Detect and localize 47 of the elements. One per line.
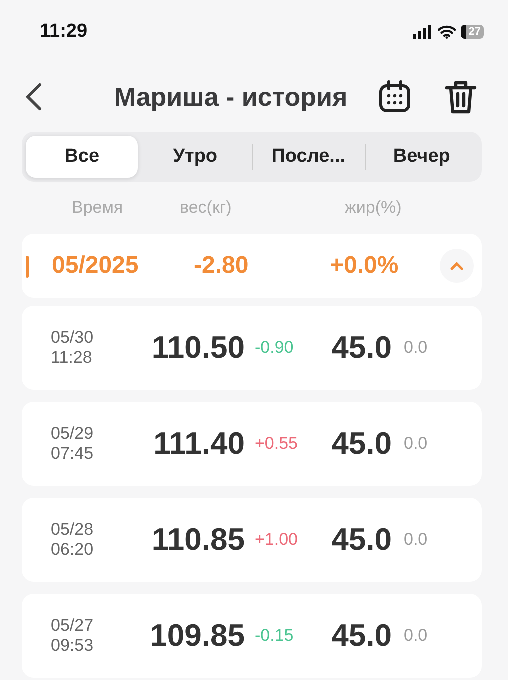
record-time: 07:45 <box>51 444 95 464</box>
record-card[interactable]: 05/29 07:45 111.40 +0.55 45.0 0.0 <box>22 402 482 486</box>
filter-tab[interactable]: Утро <box>139 136 252 178</box>
record-date: 05/27 <box>51 616 95 636</box>
fat-value: 45.0 <box>330 330 392 366</box>
fat-delta: 0.0 <box>403 530 428 550</box>
weight-value: 111.40 <box>152 426 245 462</box>
column-header: жир(%) <box>345 198 403 218</box>
record-time: 06:20 <box>51 540 95 560</box>
calendar-button[interactable] <box>378 80 412 114</box>
fat-delta: 0.0 <box>403 626 428 646</box>
weight-value: 110.85 <box>150 522 245 558</box>
fat-delta: 0.0 <box>403 338 428 358</box>
weight-delta: -0.15 <box>254 626 295 646</box>
weight-change: -2.80 <box>194 252 250 280</box>
fat-value: 45.0 <box>330 618 392 654</box>
column-header: вес(кг) <box>180 198 233 218</box>
battery-level: 27 <box>460 25 484 39</box>
back-button[interactable] <box>24 82 44 112</box>
weight-value: 109.85 <box>149 618 245 654</box>
filter-tab[interactable]: После... <box>252 136 365 178</box>
page-title: Мариша - история <box>113 82 349 112</box>
delete-button[interactable] <box>444 79 478 115</box>
status-time: 11:29 <box>40 21 89 43</box>
weight-delta: -0.90 <box>254 338 295 358</box>
weight-delta: +0.55 <box>254 434 300 454</box>
record-time: 11:28 <box>51 348 94 368</box>
fat-value: 45.0 <box>330 522 392 558</box>
signal-icon <box>412 25 433 39</box>
record-date: 05/30 <box>51 328 95 348</box>
record-card[interactable]: 05/27 09:53 109.85 -0.15 45.0 0.0 <box>22 594 482 678</box>
record-card[interactable]: 05/28 06:20 110.85 +1.00 45.0 0.0 <box>22 498 482 582</box>
weight-value: 110.50 <box>150 330 245 366</box>
fat-delta: 0.0 <box>403 434 428 454</box>
record-time: 09:53 <box>51 636 95 656</box>
weight-delta: +1.00 <box>254 530 300 550</box>
month-label: 05/2025 <box>51 252 140 280</box>
record-card[interactable]: 05/30 11:28 110.50 -0.90 45.0 0.0 <box>22 306 482 390</box>
chevron-icon <box>450 261 464 271</box>
filter-tab[interactable]: Вечер <box>366 136 478 178</box>
record-date: 05/28 <box>51 520 95 540</box>
record-date: 05/29 <box>51 424 95 444</box>
fat-change: +0.0% <box>330 252 400 280</box>
filter-tab[interactable]: Все <box>26 136 138 178</box>
wifi-icon <box>438 25 456 39</box>
column-header: Время <box>72 198 124 218</box>
fat-value: 45.0 <box>330 426 392 462</box>
